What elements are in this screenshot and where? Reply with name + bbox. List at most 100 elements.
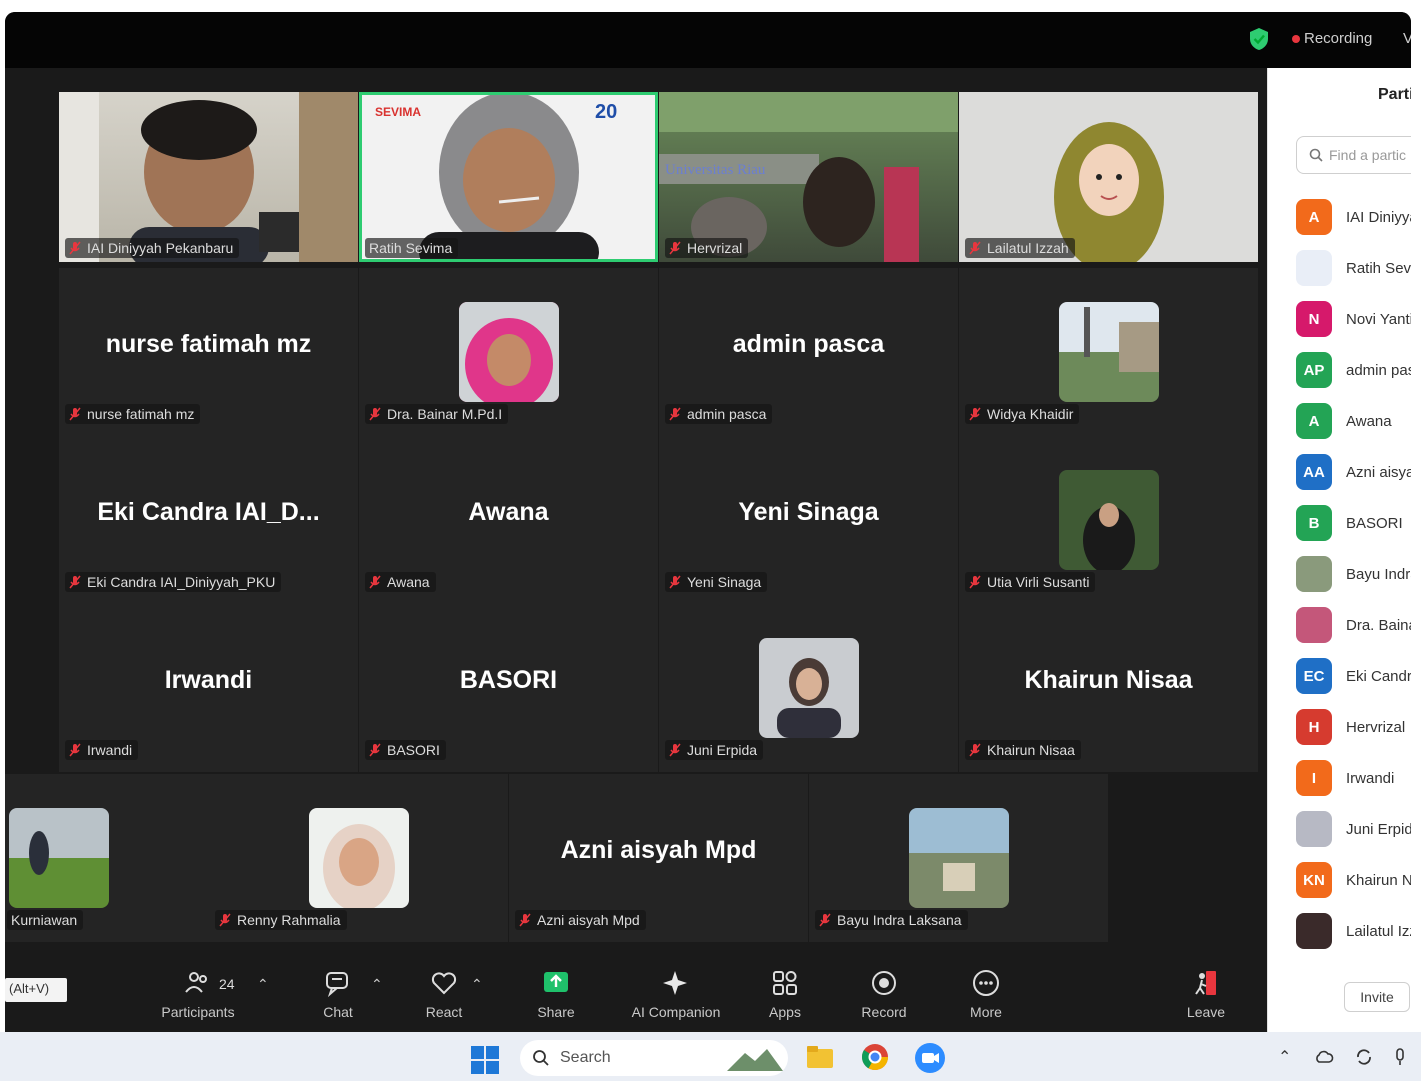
participant-name: Awana (387, 574, 430, 590)
ai-companion-button[interactable]: AI Companion (621, 968, 731, 1020)
record-button[interactable]: Record (829, 968, 939, 1020)
participant-video-image: Universitas Riau (659, 92, 958, 262)
participant-list-item[interactable]: I Irwandi (1296, 760, 1411, 796)
participant-list-item[interactable]: EC Eki Candra (1296, 658, 1411, 694)
taskbar-search-box[interactable]: Search (520, 1040, 788, 1076)
share-button[interactable]: Share (501, 968, 611, 1020)
participant-tile[interactable]: nurse fatimah mz nurse fatimah mz (59, 268, 358, 436)
participant-tile[interactable]: Irwandi Irwandi (59, 604, 358, 772)
participant-profile-photo (9, 808, 109, 908)
record-icon (872, 971, 896, 995)
show-hidden-icons-chevron-icon[interactable]: ⌃ (1278, 1047, 1298, 1067)
participant-tile[interactable]: Bayu Indra Laksana (809, 774, 1108, 942)
participant-display-name: Khairun Nisaa (1024, 666, 1193, 694)
chrome-icon[interactable] (860, 1042, 890, 1072)
chat-chevron-up-icon[interactable]: ⌃ (371, 976, 383, 993)
participant-avatar (1296, 607, 1332, 643)
participant-list-item[interactable]: A IAI Diniyyah (1296, 199, 1411, 235)
participant-list-item[interactable]: B BASORI (1296, 505, 1411, 541)
participant-nameplate: Irwandi (65, 740, 139, 760)
participant-list-item[interactable]: Dra. Bainar (1296, 607, 1411, 643)
muted-mic-icon (669, 743, 681, 757)
participant-list-name: Dra. Bainar (1346, 616, 1411, 634)
participant-nameplate: admin pasca (665, 404, 773, 424)
shield-icon[interactable] (1248, 27, 1270, 51)
participant-avatar (1296, 811, 1332, 847)
heart-icon (431, 972, 457, 995)
video-tile[interactable]: Universitas Riau Hervrizal (659, 92, 958, 262)
invite-button[interactable]: Invite (1344, 982, 1410, 1012)
participant-list-name: Hervrizal (1346, 718, 1406, 736)
participant-list-name: Bayu Indra (1346, 565, 1411, 583)
participant-nameplate: Juni Erpida (665, 740, 764, 760)
muted-mic-icon (69, 743, 81, 757)
participant-tile[interactable]: Renny Rahmalia (209, 774, 508, 942)
participant-nameplate: Renny Rahmalia (215, 910, 347, 930)
participant-name: Irwandi (87, 742, 133, 758)
participant-list-item[interactable]: Lailatul Izzah (1296, 913, 1411, 949)
participant-tile[interactable]: Utia Virli Susanti (959, 436, 1258, 604)
participant-list-item[interactable]: Juni Erpida (1296, 811, 1411, 847)
participant-list-item[interactable]: Bayu Indra (1296, 556, 1411, 592)
participant-list-item[interactable]: H Hervrizal (1296, 709, 1411, 745)
participant-tile[interactable]: Dra. Bainar M.Pd.I (359, 268, 658, 436)
participant-nameplate: Azni aisyah Mpd (515, 910, 646, 930)
participant-tile[interactable]: Juni Erpida (659, 604, 958, 772)
participant-profile-photo (1059, 302, 1159, 402)
participant-nameplate: Dra. Bainar M.Pd.I (365, 404, 509, 424)
participant-tile[interactable]: Azni aisyah Mpd Azni aisyah Mpd (509, 774, 808, 942)
find-participant-input[interactable]: Find a partic (1296, 136, 1411, 174)
participant-list-item[interactable]: A Awana (1296, 403, 1411, 439)
participant-tile[interactable]: admin pasca admin pasca (659, 268, 958, 436)
zoom-app-icon[interactable] (914, 1042, 946, 1074)
participant-avatar: N (1296, 301, 1332, 337)
participant-list-item[interactable]: KN Khairun N (1296, 862, 1411, 898)
react-chevron-up-icon[interactable]: ⌃ (471, 976, 483, 993)
participant-tile[interactable]: Khairun Nisaa Khairun Nisaa (959, 604, 1258, 772)
participant-list-item[interactable]: Ratih Sevima (1296, 250, 1411, 286)
share-screen-icon (544, 972, 568, 992)
microphone-icon[interactable] (1394, 1047, 1406, 1067)
participant-nameplate: Widya Khaidir (965, 404, 1080, 424)
leave-door-icon (1195, 971, 1216, 995)
participant-nameplate: Ratih Sevima (365, 238, 459, 258)
view-button[interactable]: V (1403, 30, 1411, 47)
cloud-icon[interactable] (1314, 1047, 1334, 1067)
participant-nameplate: Bayu Indra Laksana (815, 910, 968, 930)
participants-panel: Partic Find a partic A IAI Diniyyah Ratih … (1267, 68, 1411, 1032)
participant-tile[interactable]: BASORI BASORI (359, 604, 658, 772)
participant-tile[interactable]: Yeni Sinaga Yeni Sinaga (659, 436, 958, 604)
participants-chevron-up-icon[interactable]: ⌃ (257, 976, 269, 993)
leave-button[interactable]: Leave (1151, 968, 1261, 1020)
muted-mic-icon (369, 407, 381, 421)
file-explorer-icon[interactable] (806, 1044, 834, 1070)
meeting-top-bar: Recording V (5, 12, 1411, 68)
participant-list-item[interactable]: N Novi Yanti (1296, 301, 1411, 337)
video-tile[interactable]: IAI Diniyyah Pekanbaru (59, 92, 358, 262)
participant-list-item[interactable]: AP admin pasca (1296, 352, 1411, 388)
muted-mic-icon (969, 743, 981, 757)
participant-list-name: admin pasca (1346, 361, 1411, 379)
video-tile-active-speaker[interactable]: SEVIMA 20 Ratih Sevima (359, 92, 658, 262)
apps-button[interactable]: Apps (730, 968, 840, 1020)
recording-label[interactable]: Recording (1304, 30, 1372, 47)
muted-mic-icon (669, 241, 681, 255)
participant-tile[interactable]: Awana Awana (359, 436, 658, 604)
video-tile[interactable]: Lailatul Izzah (959, 92, 1258, 262)
windows-taskbar: Search ⌃ (0, 1032, 1421, 1081)
participant-name: Hervrizal (687, 240, 743, 256)
muted-mic-icon (69, 575, 81, 589)
apps-icon (773, 971, 797, 995)
participant-list-item[interactable]: AA Azni aisyah (1296, 454, 1411, 490)
participant-tile[interactable]: Widya Khaidir (959, 268, 1258, 436)
sync-icon[interactable] (1354, 1047, 1374, 1067)
participant-avatar: B (1296, 505, 1332, 541)
participants-button[interactable]: Participants (143, 968, 253, 1020)
participant-list-name: Eki Candra (1346, 667, 1411, 685)
participant-avatar: A (1296, 199, 1332, 235)
muted-mic-icon (969, 241, 981, 255)
more-button[interactable]: More (931, 968, 1041, 1020)
participant-tile[interactable]: Eki Candra IAI_D... Eki Candra IAI_Diniy… (59, 436, 358, 604)
muted-mic-icon (969, 575, 981, 589)
windows-start-icon[interactable] (470, 1045, 500, 1075)
